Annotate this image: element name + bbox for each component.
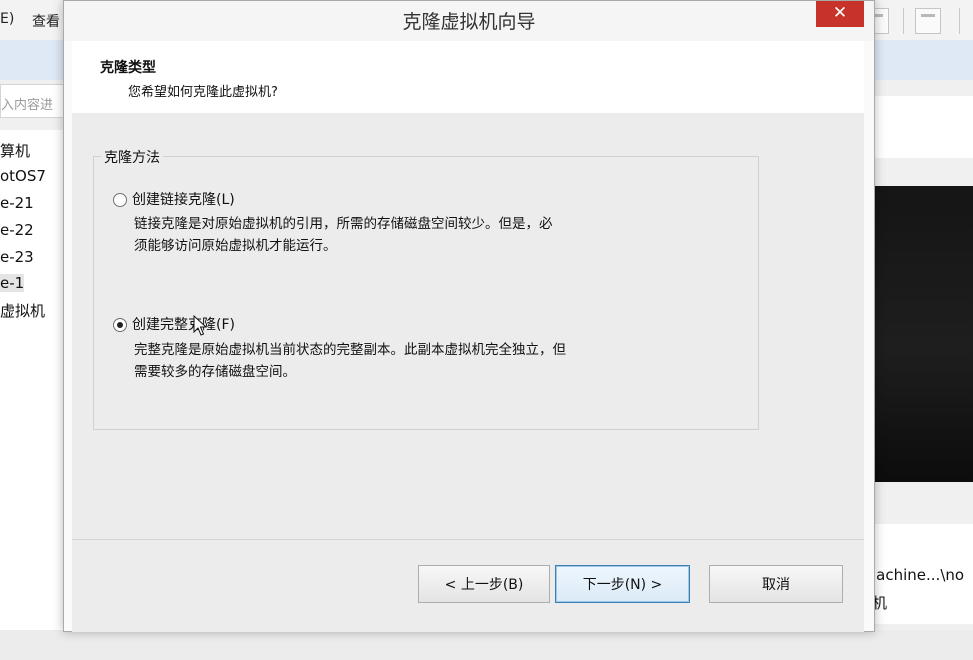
background-status-strip — [0, 630, 973, 660]
wizard-header: 克隆类型 您希望如何克隆此虚拟机? — [72, 41, 864, 114]
tree-item[interactable]: 算机 — [0, 140, 30, 161]
search-placeholder: 入内容进 — [1, 98, 54, 113]
back-button[interactable]: < 上一步(B) — [418, 565, 550, 603]
linked-clone-label[interactable]: 创建链接克隆(L) — [132, 189, 235, 209]
toolbar-separator — [903, 8, 904, 34]
background-details-panel — [874, 96, 973, 158]
library-tree: 算机 otOS7 e-21 e-22 e-23 e-1 虚拟机 — [0, 130, 64, 630]
tree-item[interactable]: otOS7 — [0, 167, 46, 185]
dialog-titlebar[interactable]: 克隆虚拟机向导 ✕ — [64, 1, 874, 41]
linked-clone-description-line2: 须能够访问原始虚拟机才能运行。 — [134, 238, 337, 254]
toolbar-window-icon[interactable] — [915, 8, 941, 34]
linked-clone-description-line1: 链接克隆是对原始虚拟机的引用，所需的存储磁盘空间较少。但是，必 — [134, 216, 553, 232]
tree-item[interactable]: 虚拟机 — [0, 300, 45, 321]
library-search-input[interactable]: 入内容进 — [0, 84, 64, 118]
close-button[interactable]: ✕ — [816, 1, 864, 27]
tree-item-selected[interactable]: e-1 — [0, 274, 25, 292]
menu-item-edit[interactable]: E) — [0, 11, 14, 27]
tree-item[interactable]: e-22 — [0, 221, 34, 239]
mouse-cursor-icon — [193, 315, 207, 336]
full-clone-radio[interactable] — [113, 318, 127, 332]
vm-console-preview[interactable] — [874, 186, 973, 482]
full-clone-description-line2: 需要较多的存储磁盘空间。 — [134, 364, 296, 380]
wizard-step-title: 克隆类型 — [100, 60, 156, 76]
close-icon: ✕ — [832, 3, 848, 23]
wizard-footer: < 上一步(B) 下一步(N) > 取消 — [72, 539, 864, 632]
tree-item[interactable]: e-23 — [0, 248, 34, 266]
linked-clone-radio[interactable] — [113, 193, 127, 207]
next-button[interactable]: 下一步(N) > — [555, 565, 690, 603]
full-clone-label[interactable]: 创建完整克隆(F) — [132, 314, 235, 334]
full-clone-description-line1: 完整克隆是原始虚拟机当前状态的完整副本。此副本虚拟机完全独立，但 — [134, 342, 566, 358]
tree-item[interactable]: e-21 — [0, 194, 34, 212]
wizard-step-subtitle: 您希望如何克隆此虚拟机? — [128, 85, 278, 100]
toolbar-separator — [959, 8, 960, 34]
cancel-button[interactable]: 取消 — [709, 565, 843, 603]
clone-method-label: 克隆方法 — [101, 147, 163, 167]
wizard-content: 克隆方法 创建链接克隆(L) 链接克隆是对原始虚拟机的引用，所需的存储磁盘空间较… — [72, 113, 864, 539]
clone-vm-wizard-dialog: 克隆虚拟机向导 ✕ 克隆类型 您希望如何克隆此虚拟机? 克隆方法 创建链接克隆(… — [63, 0, 875, 632]
menu-item-view[interactable]: 查看 — [32, 11, 60, 31]
background-toolbar — [863, 2, 973, 40]
vm-path-text: lachine...\no — [872, 566, 965, 584]
dialog-title: 克隆虚拟机向导 — [402, 11, 536, 33]
